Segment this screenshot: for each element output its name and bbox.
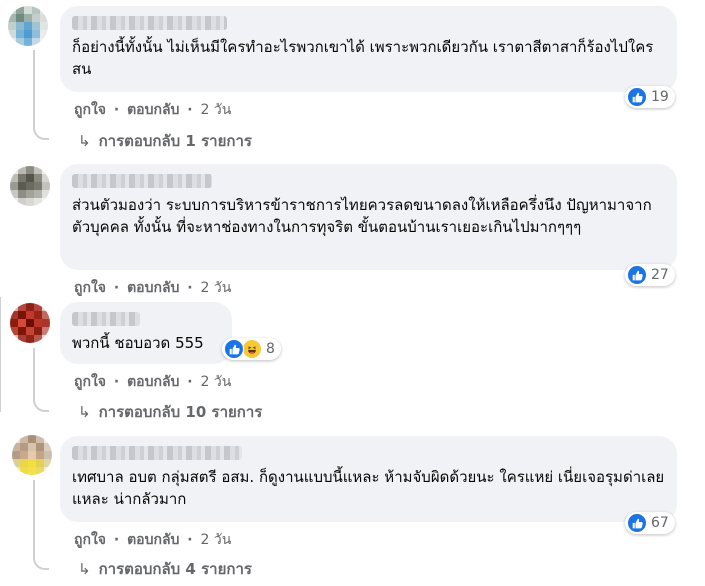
like-icon	[627, 87, 647, 107]
like-link[interactable]: ถูกใจ	[74, 529, 106, 551]
view-replies-label: การตอบกลับ 10 รายการ	[98, 403, 263, 421]
reply-link[interactable]: ตอบกลับ	[127, 277, 179, 299]
timestamp[interactable]: 2 วัน	[201, 277, 232, 299]
reply-arrow-icon: ↳	[78, 403, 91, 421]
author-name-blurred[interactable]	[72, 446, 242, 460]
like-icon	[627, 513, 647, 533]
separator-dot: ·	[187, 374, 193, 390]
timestamp[interactable]: 2 วัน	[201, 529, 232, 551]
comment-text: ส่วนตัวมองว่า ระบบการบริหารข้าราชการไทยค…	[72, 196, 652, 236]
separator-dot: ·	[113, 532, 120, 548]
avatar[interactable]	[10, 166, 50, 206]
avatar[interactable]	[10, 303, 50, 343]
separator-dot: ·	[187, 280, 193, 296]
like-icon	[224, 339, 244, 359]
reaction-count-number: 19	[651, 89, 669, 105]
reaction-count-number: 8	[266, 341, 275, 357]
view-replies-link[interactable]: ↳ การตอบกลับ 4 รายการ	[78, 557, 252, 581]
separator-dot: ·	[113, 374, 120, 390]
comment-actions: ถูกใจ · ตอบกลับ · 2 วัน	[74, 99, 231, 121]
like-icon	[627, 265, 647, 285]
view-replies-link[interactable]: ↳ การตอบกลับ 1 รายการ	[78, 129, 252, 153]
comment-text: พวกนี้ ชอบอวด 555	[72, 334, 204, 352]
avatar[interactable]	[8, 6, 48, 46]
thread-line-curve	[33, 118, 49, 140]
comment-bubble: ก็อย่างนี้ทั้งนั้น ไม่เห็นมีใครทำอะไรพวก…	[60, 6, 677, 92]
reply-link[interactable]: ตอบกลับ	[127, 371, 179, 393]
haha-icon	[242, 339, 262, 359]
reaction-count-number: 67	[651, 515, 669, 531]
comment-actions: ถูกใจ · ตอบกลับ · 2 วัน	[74, 277, 231, 299]
thread-line-curve	[33, 546, 49, 570]
comment-text: ก็อย่างนี้ทั้งนั้น ไม่เห็นมีใครทำอะไรพวก…	[72, 38, 654, 78]
timestamp[interactable]: 2 วัน	[201, 371, 232, 393]
view-replies-label: การตอบกลับ 4 รายการ	[98, 560, 252, 578]
separator-dot: ·	[187, 532, 193, 548]
comment-bubble: เทศบาล อบต กลุ่มสตรี อสม. ก็ดูงานแบบนี้แ…	[60, 436, 677, 522]
reply-arrow-icon: ↳	[78, 560, 91, 578]
comment-3: พวกนี้ ชอบอวด 555 8 ถูกใจ · ตอบกลับ · 2 …	[0, 300, 705, 425]
reaction-count[interactable]: 8	[222, 338, 281, 360]
comment-actions: ถูกใจ · ตอบกลับ · 2 วัน	[74, 529, 231, 551]
view-replies-link[interactable]: ↳ การตอบกลับ 10 รายการ	[78, 400, 262, 424]
separator-dot: ·	[113, 280, 120, 296]
like-link[interactable]: ถูกใจ	[74, 371, 106, 393]
reply-link[interactable]: ตอบกลับ	[127, 529, 179, 551]
author-name-blurred[interactable]	[72, 174, 212, 188]
avatar[interactable]	[12, 435, 52, 475]
author-name-blurred[interactable]	[72, 16, 227, 30]
view-replies-label: การตอบกลับ 1 รายการ	[98, 132, 252, 150]
reaction-count[interactable]: 67	[625, 512, 675, 534]
separator-dot: ·	[113, 102, 120, 118]
reaction-count[interactable]: 27	[625, 264, 675, 286]
author-name-blurred[interactable]	[72, 312, 140, 326]
comment-text: เทศบาล อบต กลุ่มสตรี อสม. ก็ดูงานแบบนี้แ…	[72, 468, 665, 508]
comment-bubble: พวกนี้ ชอบอวด 555	[60, 302, 232, 364]
like-link[interactable]: ถูกใจ	[74, 99, 106, 121]
comment-actions: ถูกใจ · ตอบกลับ · 2 วัน	[74, 371, 231, 393]
separator-dot: ·	[187, 102, 193, 118]
like-link[interactable]: ถูกใจ	[74, 277, 106, 299]
comment-4: เทศบาล อบต กลุ่มสตรี อสม. ก็ดูงานแบบนี้แ…	[0, 430, 705, 586]
reaction-count[interactable]: 19	[625, 86, 675, 108]
comment-1: ก็อย่างนี้ทั้งนั้น ไม่เห็นมีใครทำอะไรพวก…	[0, 0, 705, 150]
thread-line-curve	[33, 390, 49, 412]
timestamp[interactable]: 2 วัน	[201, 99, 232, 121]
reply-link[interactable]: ตอบกลับ	[127, 99, 179, 121]
comment-bubble: ส่วนตัวมองว่า ระบบการบริหารข้าราชการไทยค…	[60, 164, 677, 270]
reaction-count-number: 27	[651, 267, 669, 283]
reply-arrow-icon: ↳	[78, 132, 91, 150]
comment-2: ส่วนตัวมองว่า ระบบการบริหารข้าราชการไทยค…	[0, 158, 705, 298]
